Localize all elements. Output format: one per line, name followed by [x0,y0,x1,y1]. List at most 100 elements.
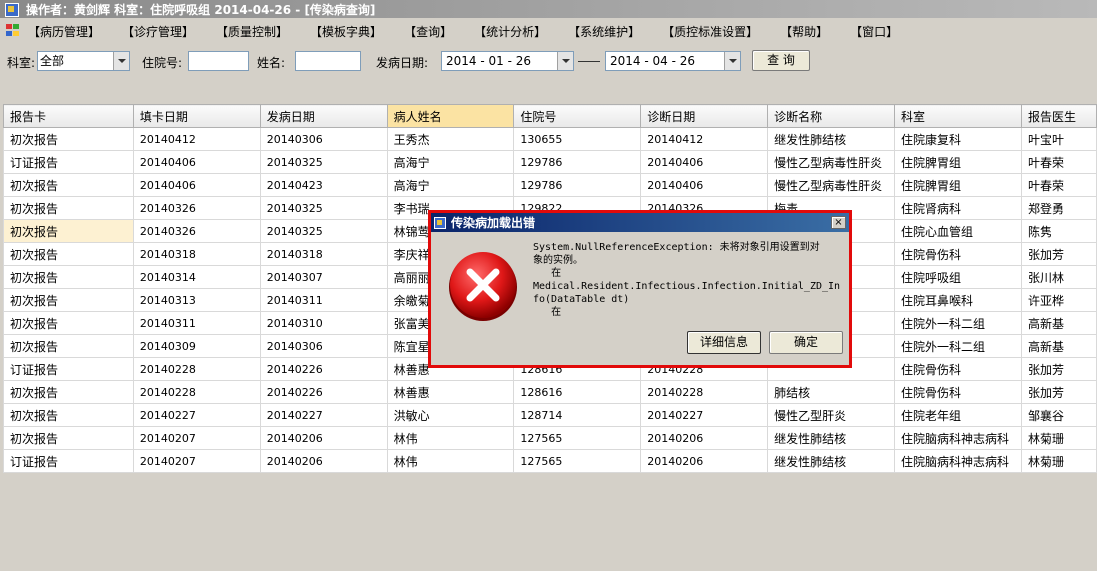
table-cell[interactable]: 张加芳 [1021,242,1097,266]
table-cell[interactable]: 20140311 [259,288,388,312]
table-cell[interactable]: 肺结核 [767,380,896,404]
date-from-picker[interactable]: 2014 - 01 - 26 [441,51,574,71]
table-cell[interactable]: 继发性肺结核 [767,127,896,151]
table-cell[interactable]: 住院肾病科 [894,196,1022,220]
table-cell[interactable]: 20140406 [132,150,261,174]
column-header[interactable]: 科室 [894,104,1022,128]
table-cell[interactable]: 20140207 [132,426,261,450]
table-cell[interactable]: 初次报告 [3,288,134,312]
table-cell[interactable]: 王秀杰 [386,127,515,151]
chevron-down-icon[interactable] [724,52,740,70]
table-cell[interactable]: 128616 [513,380,642,404]
column-header[interactable]: 发病日期 [259,104,388,128]
table-cell[interactable]: 初次报告 [3,196,134,220]
table-cell[interactable]: 高新基 [1021,311,1097,335]
table-cell[interactable]: 20140227 [132,403,261,427]
table-cell[interactable]: 住院脑病科神志病科 [894,426,1022,450]
menu-item-treatment[interactable]: 【诊疗管理】 [122,23,194,40]
table-cell[interactable]: 初次报告 [3,403,134,427]
table-cell[interactable]: 住院耳鼻喉科 [894,288,1022,312]
table-cell[interactable]: 订证报告 [3,150,134,174]
table-cell[interactable]: 慢性乙型病毒性肝炎 [767,150,896,174]
table-cell[interactable]: 129786 [513,150,642,174]
details-button[interactable]: 详细信息 [687,331,761,354]
table-cell[interactable]: 20140325 [259,219,388,243]
table-cell[interactable]: 住院脾胃组 [894,150,1022,174]
table-cell[interactable]: 林伟 [386,449,515,473]
menu-item-templates[interactable]: 【模板字典】 [310,23,382,40]
table-cell[interactable]: 初次报告 [3,173,134,197]
menu-item-records[interactable]: 【病历管理】 [28,23,100,40]
table-cell[interactable]: 130655 [513,127,642,151]
column-header[interactable]: 住院号 [513,104,642,128]
column-header[interactable]: 报告卡 [3,104,134,128]
table-row[interactable]: 初次报告 20140412 20140306 王秀杰 130655 20140412 继发性… [3,127,1097,151]
table-row[interactable]: 初次报告 20140207 20140206 林伟 127565 20140206 继发性肺… [3,426,1097,450]
table-cell[interactable]: 20140206 [259,426,388,450]
table-cell[interactable]: 继发性肺结核 [767,449,896,473]
table-cell[interactable]: 20140325 [259,196,388,220]
table-cell[interactable]: 住院老年组 [894,403,1022,427]
column-header[interactable]: 病人姓名 [386,104,515,128]
query-button[interactable]: 查 询 [752,50,810,71]
table-cell[interactable]: 初次报告 [3,127,134,151]
table-cell[interactable]: 高海宁 [386,173,515,197]
table-cell[interactable]: 20140412 [640,127,769,151]
menu-item-qc-standards[interactable]: 【质控标准设置】 [662,23,758,40]
table-cell[interactable]: 20140206 [259,449,388,473]
date-to-picker[interactable]: 2014 - 04 - 26 [605,51,741,71]
table-cell[interactable]: 20140309 [132,334,261,358]
table-cell[interactable]: 20140313 [132,288,261,312]
chevron-down-icon[interactable] [557,52,573,70]
menu-item-system[interactable]: 【系统维护】 [568,23,640,40]
table-cell[interactable]: 住院心血管组 [894,219,1022,243]
column-header[interactable]: 诊断名称 [767,104,896,128]
table-cell[interactable]: 住院脑病科神志病科 [894,449,1022,473]
menu-item-window[interactable]: 【窗口】 [850,23,898,40]
chevron-down-icon[interactable] [113,52,129,70]
table-cell[interactable]: 127565 [513,426,642,450]
table-cell[interactable]: 20140227 [259,403,388,427]
table-cell[interactable]: 林菊珊 [1021,426,1097,450]
table-cell[interactable]: 初次报告 [3,265,134,289]
table-row[interactable]: 订证报告 20140207 20140206 林伟 127565 20140206 继发性肺… [3,449,1097,473]
table-cell[interactable]: 20140326 [132,219,261,243]
table-cell[interactable]: 洪敏心 [386,403,515,427]
table-cell[interactable]: 住院呼吸组 [894,265,1022,289]
table-cell[interactable]: 住院康复科 [894,127,1022,151]
table-cell[interactable]: 叶宝叶 [1021,127,1097,151]
name-input[interactable] [295,51,361,71]
table-cell[interactable]: 20140326 [132,196,261,220]
table-cell[interactable]: 订证报告 [3,449,134,473]
window-menu-icon[interactable] [6,24,22,38]
table-cell[interactable]: 陈隽 [1021,219,1097,243]
table-cell[interactable]: 住院骨伤科 [894,357,1022,381]
ok-button[interactable]: 确定 [769,331,843,354]
table-cell[interactable]: 20140406 [132,173,261,197]
table-cell[interactable]: 初次报告 [3,242,134,266]
dept-select[interactable]: 全部 [37,51,130,71]
close-button[interactable]: × [831,216,846,229]
table-cell[interactable]: 慢性乙型肝炎 [767,403,896,427]
table-cell[interactable]: 张加芳 [1021,357,1097,381]
menu-item-help[interactable]: 【帮助】 [780,23,828,40]
table-cell[interactable]: 129786 [513,173,642,197]
table-cell[interactable]: 20140226 [259,357,388,381]
table-cell[interactable]: 张川林 [1021,265,1097,289]
table-cell[interactable]: 住院外一科二组 [894,311,1022,335]
table-cell[interactable]: 初次报告 [3,219,134,243]
table-cell[interactable]: 住院骨伤科 [894,380,1022,404]
table-cell[interactable]: 慢性乙型病毒性肝炎 [767,173,896,197]
menu-item-quality[interactable]: 【质量控制】 [216,23,288,40]
table-row[interactable]: 订证报告 20140406 20140325 高海宁 129786 20140406 慢性乙… [3,150,1097,174]
table-cell[interactable]: 127565 [513,449,642,473]
menu-item-query[interactable]: 【查询】 [404,23,452,40]
column-header[interactable]: 诊断日期 [640,104,769,128]
table-cell[interactable]: 叶春荣 [1021,150,1097,174]
table-cell[interactable]: 20140306 [259,127,388,151]
table-cell[interactable]: 20140307 [259,265,388,289]
table-cell[interactable]: 20140228 [132,380,261,404]
table-cell[interactable]: 初次报告 [3,380,134,404]
table-cell[interactable]: 住院外一科二组 [894,334,1022,358]
table-cell[interactable]: 20140412 [132,127,261,151]
